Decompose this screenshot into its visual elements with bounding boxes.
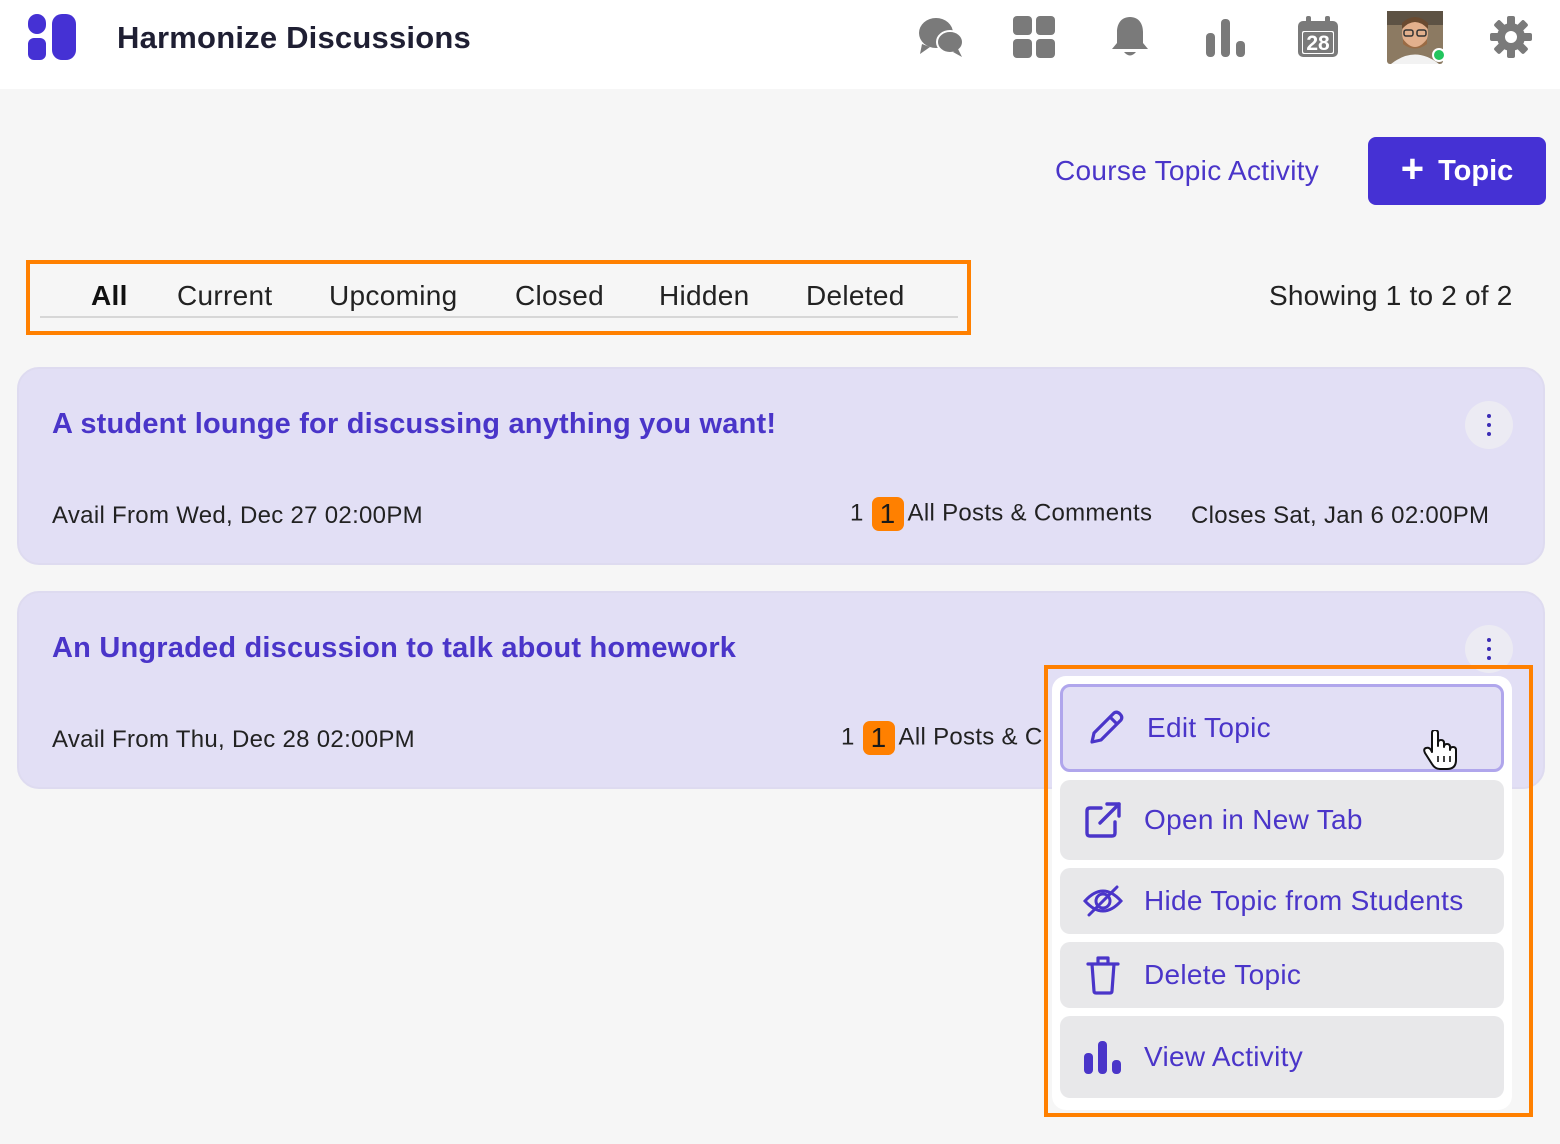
topic-close-date: Closes Sat, Jan 6 02:00PM xyxy=(1191,502,1490,529)
app-logo[interactable] xyxy=(28,14,76,62)
bar-chart-icon[interactable] xyxy=(1203,14,1249,60)
new-posts-badge: 1 xyxy=(862,721,895,755)
dashboard-icon[interactable] xyxy=(1011,14,1057,60)
online-status-dot xyxy=(1432,48,1446,62)
topic-title[interactable]: A student lounge for discussing anything… xyxy=(52,408,776,441)
kebab-icon xyxy=(1487,638,1491,660)
topic-options-button[interactable] xyxy=(1465,401,1513,449)
add-topic-button[interactable]: + Topic xyxy=(1368,137,1546,205)
topic-avail-date: Avail From Wed, Dec 27 02:00PM xyxy=(52,502,423,529)
post-count: 1 xyxy=(850,499,864,527)
tab-current[interactable]: Current xyxy=(177,280,272,312)
posts-label[interactable]: All Posts & Comments xyxy=(908,499,1153,526)
filter-tabs: All Current Upcoming Closed Hidden Delet… xyxy=(40,278,958,318)
bell-icon[interactable] xyxy=(1107,14,1153,60)
kebab-icon xyxy=(1487,414,1491,436)
app-title: Harmonize Discussions xyxy=(117,20,471,55)
topic-card: A student lounge for discussing anything… xyxy=(17,367,1545,565)
tab-closed[interactable]: Closed xyxy=(515,280,604,312)
add-topic-label: Topic xyxy=(1438,154,1514,187)
tab-hidden[interactable]: Hidden xyxy=(659,280,750,312)
topic-post-stats: 1 1 All Posts & C xyxy=(841,721,1042,755)
top-bar: Harmonize Discussions 28 xyxy=(0,0,1560,89)
tab-upcoming[interactable]: Upcoming xyxy=(329,280,457,312)
new-posts-badge: 1 xyxy=(871,497,904,531)
topic-avail-date: Avail From Thu, Dec 28 02:00PM xyxy=(52,726,415,753)
tab-all[interactable]: All xyxy=(91,280,128,312)
results-count: Showing 1 to 2 of 2 xyxy=(1269,280,1513,311)
calendar-day: 28 xyxy=(1306,32,1330,55)
chat-icon[interactable] xyxy=(918,14,964,60)
tab-deleted[interactable]: Deleted xyxy=(806,280,905,312)
hand-pointer-cursor-icon xyxy=(1423,730,1457,770)
plus-icon: + xyxy=(1400,147,1425,191)
topic-title[interactable]: An Ungraded discussion to talk about hom… xyxy=(52,632,736,665)
course-topic-activity-link[interactable]: Course Topic Activity xyxy=(1055,155,1319,187)
menu-highlight-box xyxy=(1044,665,1533,1117)
posts-label[interactable]: All Posts & C xyxy=(899,723,1043,750)
calendar-icon[interactable]: 28 xyxy=(1295,14,1341,60)
avatar[interactable] xyxy=(1387,11,1446,64)
gear-icon[interactable] xyxy=(1488,14,1534,60)
topic-post-stats: 1 1 All Posts & Comments xyxy=(850,497,1152,531)
post-count: 1 xyxy=(841,723,855,751)
